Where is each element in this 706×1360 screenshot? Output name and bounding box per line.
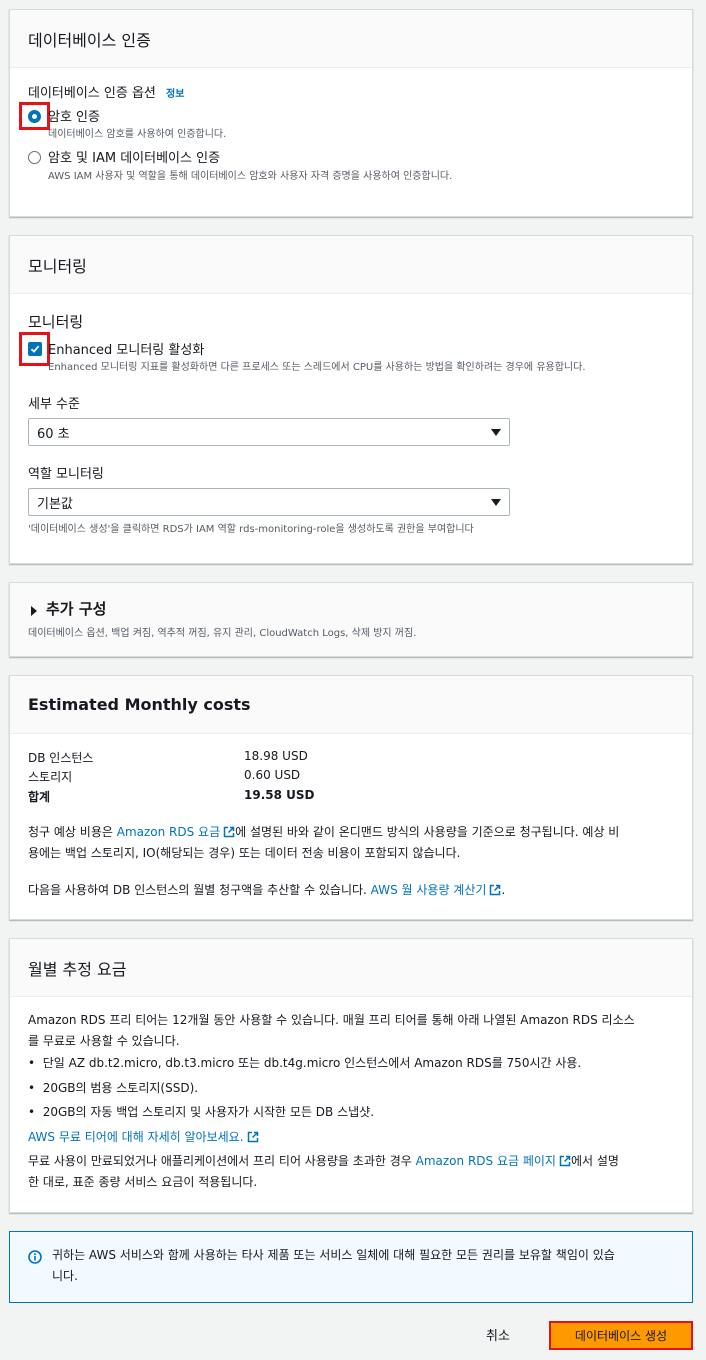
role-label: 역할 모니터링	[28, 467, 104, 482]
granularity-label: 세부 수준	[28, 397, 80, 412]
highlight-box	[19, 332, 50, 366]
cost-label-db-instance: DB 인스턴스	[28, 751, 94, 765]
pricing-note: 청구 예상 비용은 Amazon RDS 요금 에 설명된 바와 같이 온디맨드 …	[28, 825, 620, 860]
estimated-costs-panel: Estimated Monthly costs DB 인스턴스 18.98 US…	[9, 675, 693, 920]
free-tier-learn-more: AWS 무료 티어에 대해 자세히 알아보세요.	[28, 1127, 259, 1148]
external-link-icon	[223, 826, 235, 838]
additional-config-panel[interactable]: 추가 구성 데이터베이스 옵션, 백업 켜짐, 역추적 꺼짐, 유지 관리, C…	[9, 582, 693, 657]
password-auth-label: 암호 인증	[48, 110, 100, 125]
rds-pricing-page-link[interactable]: Amazon RDS 요금 페이지	[416, 1154, 556, 1168]
cost-value-storage: 0.60 USD	[244, 768, 301, 782]
iam-auth-desc: AWS IAM 사용자 및 역할을 통해 데이터베이스 암호와 사용자 자격 증…	[48, 171, 453, 182]
panel-title: 모니터링	[10, 236, 692, 294]
info-link[interactable]: 정보	[166, 89, 184, 100]
cancel-button[interactable]: 취소	[486, 1325, 510, 1344]
panel-title: 월별 추정 요금	[10, 939, 692, 997]
granularity-select[interactable]: 60 초	[28, 418, 510, 446]
role-hint: '데이터베이스 생성'을 클릭하면 RDS가 IAM 역할 rds-monito…	[28, 524, 474, 535]
panel-title: 데이터베이스 인증	[10, 10, 692, 68]
panel-title: Estimated Monthly costs	[10, 676, 692, 734]
granularity-value: 60 초	[37, 426, 70, 442]
additional-config-title: 추가 구성	[46, 600, 107, 618]
free-tier-learn-link[interactable]: AWS 무료 티어에 대해 자세히 알아보세요.	[28, 1130, 244, 1144]
info-alert: 귀하는 AWS 서비스와 함께 사용하는 타사 제품 또는 서비스 일체에 대해…	[9, 1231, 693, 1303]
database-authentication-panel: 데이터베이스 인증 데이터베이스 인증 옵션 정보 암호 인증 데이터베이스 암…	[9, 9, 693, 217]
enhanced-monitoring-desc: Enhanced 모니터링 지표를 활성화하면 다른 프로세스 또는 스레드에서…	[48, 362, 586, 373]
info-alert-text: 귀하는 AWS 서비스와 함께 사용하는 타사 제품 또는 서비스 일체에 대해…	[52, 1248, 615, 1283]
enhanced-monitoring-label: Enhanced 모니터링 활성화	[48, 343, 205, 358]
info-icon	[28, 1249, 42, 1268]
calculator-note: 다음을 사용하여 DB 인스턴스의 월별 청구액을 추산할 수 있습니다. AW…	[28, 883, 506, 897]
cost-label-storage: 스토리지	[28, 770, 73, 784]
additional-config-desc: 데이터베이스 옵션, 백업 켜짐, 역추적 꺼짐, 유지 관리, CloudWa…	[28, 628, 417, 639]
iam-auth-radio[interactable]	[28, 151, 41, 164]
cost-label-total: 합계	[28, 790, 51, 804]
create-database-button[interactable]: 데이터베이스 생성	[549, 1321, 693, 1350]
auth-options-label: 데이터베이스 인증 옵션 정보	[28, 86, 185, 101]
external-link-icon	[247, 1131, 258, 1143]
external-link-icon	[490, 884, 501, 896]
free-tier-panel: 월별 추정 요금 Amazon RDS 프리 티어는 12개월 동안 사용할 수…	[9, 938, 693, 1213]
cost-value-total: 19.58 USD	[244, 788, 315, 802]
chevron-down-icon	[491, 498, 501, 506]
caret-right-icon	[30, 601, 38, 620]
iam-auth-label: 암호 및 IAM 데이터베이스 인증	[48, 151, 221, 166]
free-tier-bullet: • 20GB의 범용 스토리지(SSD).	[28, 1081, 199, 1095]
highlight-box	[19, 102, 50, 130]
free-tier-bullet: • 단일 AZ db.t2.micro, db.t3.micro 또는 db.t…	[28, 1056, 582, 1070]
chevron-down-icon	[491, 428, 501, 436]
password-auth-desc: 데이터베이스 암호를 사용하여 인증합니다.	[48, 129, 227, 140]
monitoring-panel: 모니터링 모니터링 Enhanced 모니터링 활성화 Enhanced 모니터…	[9, 235, 693, 564]
rds-pricing-link[interactable]: Amazon RDS 요금	[117, 825, 220, 839]
free-tier-tail: 무료 사용이 만료되었거나 애플리케이션에서 프리 티어 사용량을 초과한 경우…	[28, 1154, 619, 1189]
free-tier-bullet: • 20GB의 자동 백업 스토리지 및 사용자가 시작한 모든 DB 스냅샷.	[28, 1105, 375, 1119]
free-tier-intro: Amazon RDS 프리 티어는 12개월 동안 사용할 수 있습니다. 매월…	[28, 1013, 635, 1048]
role-value: 기본값	[37, 496, 73, 512]
cost-value-db-instance: 18.98 USD	[244, 749, 308, 763]
create-database-label: 데이터베이스 생성	[574, 1329, 668, 1343]
monitoring-section-label: 모니터링	[28, 313, 84, 331]
aws-calculator-link[interactable]: AWS 월 사용량 계산기	[371, 883, 487, 897]
role-select[interactable]: 기본값	[28, 488, 510, 516]
external-link-icon	[559, 1155, 571, 1167]
